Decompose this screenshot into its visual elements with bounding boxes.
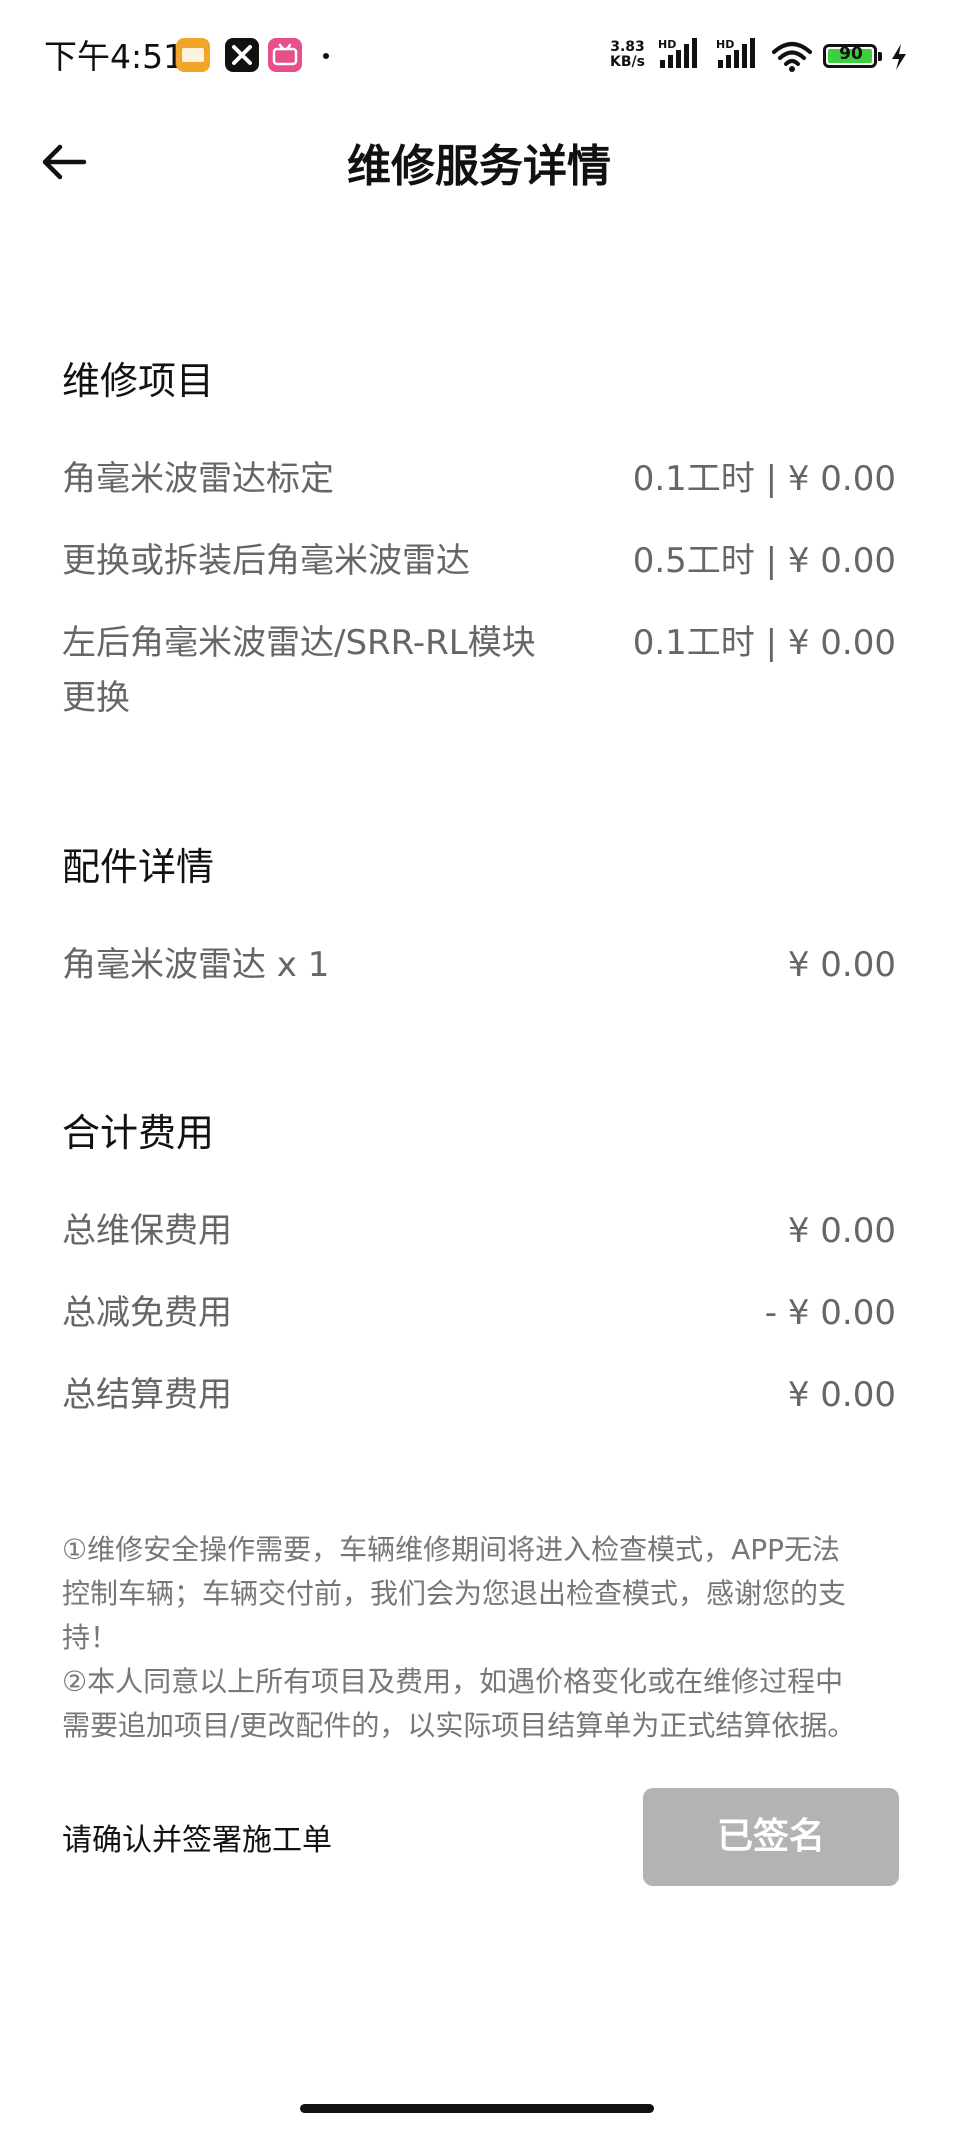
total-maintenance-label: 总维保费用 — [62, 1211, 232, 1251]
repair-items-title: 维修项目 — [62, 359, 215, 403]
notice-line: 需要追加项目/更改配件的，以实际项目结算单为正式结算依据。 — [62, 1709, 856, 1742]
page-title: 维修服务详情 — [347, 141, 611, 192]
notice-text: ①维修安全操作需要，车辆维修期间将进入检查模式，APP无法 控制车辆；车辆交付前… — [62, 1528, 896, 1748]
total-settlement-label: 总结算费用 — [62, 1375, 232, 1415]
notice-line: ②本人同意以上所有项目及费用，如遇价格变化或在维修过程中 — [62, 1665, 844, 1698]
x-app-icon — [225, 38, 259, 72]
repair-item-value: 0.1工时 | ¥ 0.00 — [632, 623, 896, 663]
notice-line: 持！ — [62, 1621, 119, 1654]
battery-level: 90 — [839, 44, 863, 64]
repair-item-label: 左后角毫米波雷达/SRR-RL模块 更换 — [62, 616, 536, 726]
total-discount-label: 总减免费用 — [62, 1293, 232, 1333]
more-notifications-dot — [323, 53, 329, 59]
bilibili-icon — [268, 38, 302, 72]
total-maintenance-value: ¥ 0.00 — [787, 1211, 896, 1251]
wifi-icon — [770, 40, 814, 76]
cell-signal-icon-2: HD — [716, 36, 758, 76]
total-discount-value: - ¥ 0.00 — [764, 1293, 896, 1333]
repair-item-value: 0.5工时 | ¥ 0.00 — [632, 541, 896, 581]
part-value: ¥ 0.00 — [787, 945, 896, 985]
parts-title: 配件详情 — [62, 845, 215, 889]
battery-icon: 90 — [823, 44, 877, 68]
totals-title: 合计费用 — [62, 1111, 215, 1155]
app-notification-icon — [176, 38, 210, 72]
signed-button[interactable]: 已签名 — [643, 1788, 899, 1886]
repair-item-label-line: 更换 — [62, 678, 130, 718]
total-settlement-value: ¥ 0.00 — [787, 1375, 896, 1415]
sign-prompt: 请确认并签署施工单 — [62, 1823, 332, 1858]
network-speed: 3.83 KB/s — [610, 39, 645, 70]
home-indicator[interactable] — [300, 2104, 654, 2113]
repair-item-label: 角毫米波雷达标定 — [62, 459, 334, 499]
repair-item-value: 0.1工时 | ¥ 0.00 — [632, 459, 896, 499]
battery-tip — [878, 52, 882, 61]
cell-signal-icon-1: HD — [658, 36, 700, 76]
status-bar: 下午4:51 3.83 KB/s HD HD 90 — [0, 0, 958, 110]
notice-line: ①维修安全操作需要，车辆维修期间将进入检查模式，APP无法 — [62, 1533, 841, 1566]
repair-item-label-line: 左后角毫米波雷达/SRR-RL模块 — [62, 623, 536, 663]
notice-line: 控制车辆；车辆交付前，我们会为您退出检查模式，感谢您的支 — [62, 1577, 847, 1610]
status-time: 下午4:51 — [44, 37, 185, 76]
part-label: 角毫米波雷达 x 1 — [62, 945, 330, 985]
repair-item-label: 更换或拆装后角毫米波雷达 — [62, 541, 470, 581]
charging-icon — [892, 44, 906, 70]
